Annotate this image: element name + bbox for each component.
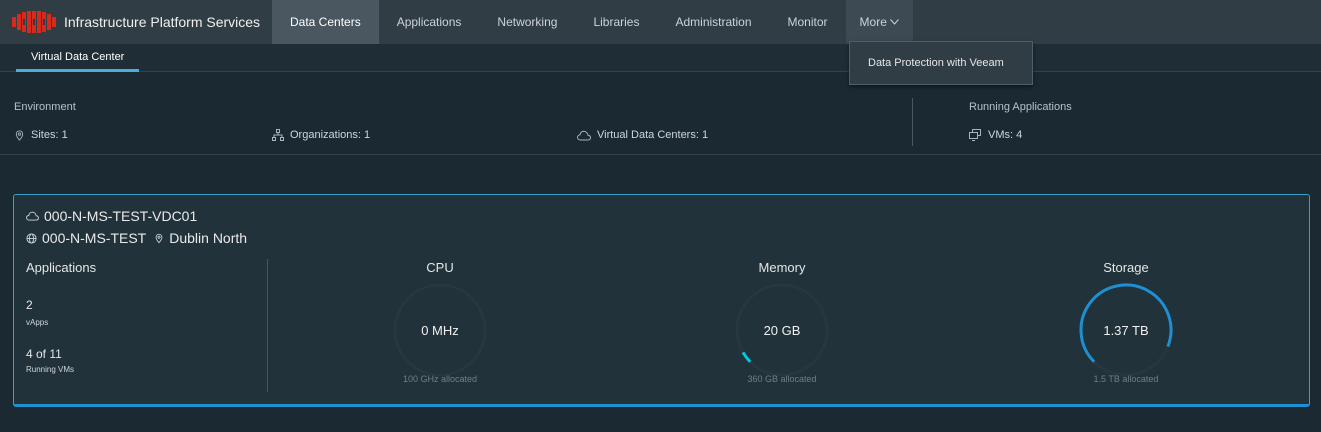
vm-icon [969, 129, 981, 141]
location-pin-icon [15, 129, 24, 141]
vdcs-stat[interactable]: Virtual Data Centers: 1 [577, 129, 708, 141]
running-vms-label: Running VMs [26, 365, 75, 374]
gauge-title: CPU [426, 260, 454, 275]
running-vms-count: 4 of 11 [26, 347, 62, 361]
nav-data-centers[interactable]: Data Centers [272, 0, 379, 44]
nav-more[interactable]: More [845, 0, 913, 44]
nav-libraries[interactable]: Libraries [575, 0, 657, 44]
nav-more-label: More [859, 15, 887, 29]
sub-nav: Virtual Data Center [0, 44, 1321, 72]
vdc-org-location: 000-N-MS-TEST Dublin North [26, 230, 247, 246]
sites-value: Sites: 1 [31, 129, 68, 141]
gauge-value: 20 GB [763, 323, 801, 338]
card-divider [267, 259, 268, 392]
gauge-value: 0 MHz [421, 323, 459, 338]
nav-networking[interactable]: Networking [479, 0, 575, 44]
vapps-count: 2 [26, 298, 33, 312]
company-logo [12, 11, 56, 33]
more-menu-item-veeam[interactable]: Data Protection with Veeam [849, 41, 1033, 85]
environment-summary: Environment Sites: 1 Organizations: 1 Vi… [0, 72, 1321, 155]
vms-value: VMs: 4 [988, 129, 1023, 141]
memory-gauge[interactable]: Memory 20 GB 360 GB allocated [692, 260, 872, 390]
vapps-label: vApps [26, 318, 49, 327]
nav-applications[interactable]: Applications [379, 0, 480, 44]
vdc-org-text: 000-N-MS-TEST [42, 230, 147, 246]
globe-icon [26, 232, 37, 244]
storage-gauge[interactable]: Storage 1.37 TB 1.5 TB allocated [1036, 260, 1216, 390]
gauge-arc [741, 351, 752, 363]
gauge-title: Memory [758, 260, 806, 275]
top-nav: Infrastructure Platform Services Data Ce… [0, 0, 1321, 44]
vdc-location: Dublin North [154, 230, 247, 246]
summary-divider [912, 98, 913, 146]
app-title: Infrastructure Platform Services [64, 14, 261, 30]
cloud-icon [577, 130, 591, 140]
organizations-value: Organizations: 1 [290, 129, 371, 141]
cpu-gauge[interactable]: CPU 0 MHz 100 GHz allocated [350, 260, 530, 390]
location-pin-icon [155, 233, 163, 243]
gauge-allocated: 360 GB allocated [747, 374, 817, 384]
vdc-name[interactable]: 000-N-MS-TEST-VDC01 [26, 208, 197, 224]
running-applications-label: Running Applications [969, 101, 1072, 113]
gauge-allocated: 1.5 TB allocated [1093, 374, 1159, 384]
vdc-name-text: 000-N-MS-TEST-VDC01 [44, 208, 198, 224]
sites-stat[interactable]: Sites: 1 [14, 129, 68, 141]
nav-administration[interactable]: Administration [657, 0, 769, 44]
brand[interactable]: Infrastructure Platform Services [0, 0, 272, 44]
vdc-card[interactable]: 000-N-MS-TEST-VDC01 000-N-MS-TEST Dublin… [13, 194, 1310, 407]
vms-stat[interactable]: VMs: 4 [969, 129, 1022, 141]
cloud-icon [26, 211, 39, 221]
environment-label: Environment [14, 101, 76, 113]
applications-title: Applications [26, 260, 97, 275]
nav-monitor[interactable]: Monitor [770, 0, 846, 44]
chevron-down-icon [890, 19, 899, 25]
tab-virtual-data-center[interactable]: Virtual Data Center [16, 44, 140, 72]
gauge-value: 1.37 TB [1103, 323, 1149, 338]
gauge-title: Storage [1103, 260, 1149, 275]
vdcs-value: Virtual Data Centers: 1 [597, 129, 709, 141]
gauge-allocated: 100 GHz allocated [402, 374, 478, 384]
organization-icon [272, 129, 284, 141]
vdc-location-text: Dublin North [169, 230, 248, 246]
organizations-stat[interactable]: Organizations: 1 [272, 129, 370, 141]
